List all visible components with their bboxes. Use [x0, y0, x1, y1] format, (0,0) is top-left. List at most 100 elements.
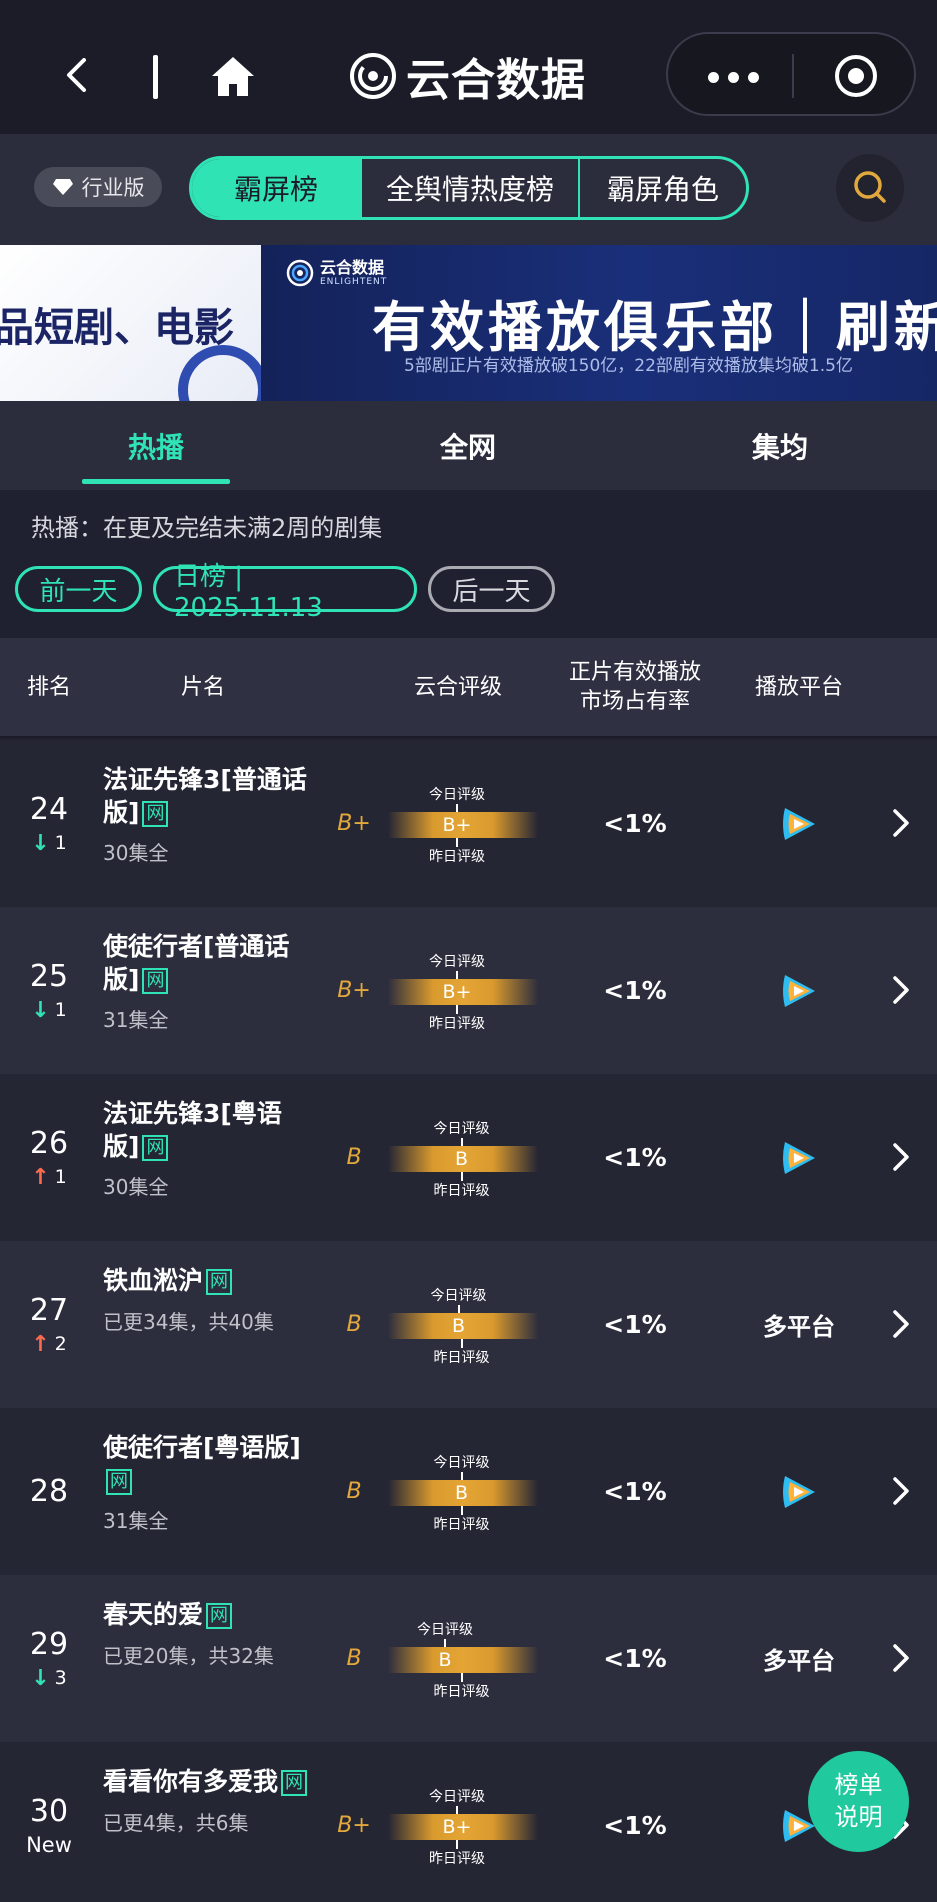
chevron-right-icon[interactable]: [890, 1140, 912, 1174]
title-cell[interactable]: 铁血淞沪网 已更34集，共40集: [103, 1265, 313, 1335]
diamond-icon: [52, 179, 73, 195]
rank-up-arrow-icon: ↑: [31, 1164, 50, 1190]
rank-number: 30: [29, 1794, 69, 1829]
rank-change-value: 1: [54, 1166, 67, 1188]
table-row[interactable]: 29 ↓ 3 春天的爱网 已更20集，共32集 B 今日评级 B 昨日评级 <1…: [0, 1575, 937, 1742]
platform-cell: [730, 1074, 868, 1241]
fab-line-2: 说明: [834, 1802, 883, 1831]
rank-number: 26: [29, 1125, 69, 1161]
title-cell[interactable]: 法证先锋3[普通话版] 网 30集全: [103, 764, 313, 866]
header-rating: 云合评级: [413, 674, 502, 700]
rating-bar-letter: B+: [442, 814, 472, 836]
edition-badge[interactable]: 行业版: [34, 167, 162, 207]
show-title: 法证先锋3[粤语版] 网: [103, 1098, 313, 1163]
tencent-video-icon: [783, 1141, 815, 1174]
mini-program-capsule: [666, 32, 916, 116]
header-platform: 播放平台: [754, 674, 843, 700]
yesterday-rating-label: 昨日评级: [429, 1851, 485, 1867]
show-title-text: 法证先锋3[普通话版]: [103, 765, 307, 827]
rating-bar: 今日评级 B 昨日评级: [388, 1452, 538, 1533]
table-row[interactable]: 24 ↓ 1 法证先锋3[普通话版] 网 30集全 B+ 今日评级 B+ 昨日评级…: [0, 740, 937, 907]
title-cell[interactable]: 使徒行者[普通话版] 网 31集全: [103, 931, 313, 1033]
search-button[interactable]: [836, 154, 904, 222]
subtab-hot-label: 热播: [127, 430, 184, 464]
rank-change-value: 1: [54, 999, 67, 1021]
rank-change-value: 1: [54, 832, 67, 854]
prev-day-button[interactable]: 前一天: [15, 566, 142, 612]
divider: [153, 55, 158, 99]
tab-characters[interactable]: 霸屏角色: [578, 159, 746, 217]
main-tab-row: 行业版 霸屏榜 全舆情热度榜 霸屏角色: [0, 134, 937, 245]
rank-number: 29: [29, 1626, 69, 1662]
rank-cell: 25 ↓ 1: [0, 907, 98, 1074]
show-title-text: 铁血淞沪: [103, 1266, 204, 1295]
market-share: <1%: [603, 976, 667, 1005]
rank-cell: 26 ↑ 1: [0, 1074, 98, 1241]
chevron-right-icon[interactable]: [890, 1474, 912, 1508]
chevron-right-icon[interactable]: [890, 1307, 912, 1341]
chevron-right-icon[interactable]: [890, 973, 912, 1007]
more-icon[interactable]: [708, 72, 759, 83]
tencent-video-icon: [783, 807, 815, 840]
chevron-right-icon[interactable]: [890, 806, 912, 840]
home-icon[interactable]: [210, 54, 256, 100]
table-row[interactable]: 28 使徒行者[粤语版] 网 31集全 B 今日评级 B 昨日评级 <1%: [0, 1408, 937, 1575]
rank-cell: 29 ↓ 3: [0, 1575, 98, 1742]
tencent-video-icon: [783, 974, 815, 1007]
show-title-text: 看看你有多爱我: [103, 1767, 279, 1796]
network-tag: 网: [106, 1468, 132, 1495]
table-row[interactable]: 25 ↓ 1 使徒行者[普通话版] 网 31集全 B+ 今日评级 B+ 昨日评级 …: [0, 907, 937, 1074]
platform-cell: 多平台: [730, 1241, 868, 1408]
rank-number: 25: [29, 958, 69, 994]
list-explanation-button[interactable]: 榜单 说明: [808, 1751, 909, 1852]
platform-cell: 多平台: [730, 1575, 868, 1742]
yesterday-rating-label: 昨日评级: [433, 1684, 490, 1700]
show-title-text: 使徒行者[粤语版]: [103, 1433, 301, 1462]
rating-bar-letter: B: [451, 1315, 466, 1337]
rank-number: 27: [29, 1292, 69, 1328]
enlightent-logo-icon: [286, 259, 314, 287]
episode-status: 已更4集，共6集: [103, 1810, 249, 1835]
banner-ring-decoration: [178, 345, 261, 401]
today-rating-label: 今日评级: [430, 1288, 487, 1304]
date-selector[interactable]: 日榜 | 2025.11.13: [153, 562, 417, 623]
tab-public-opinion[interactable]: 全舆情热度榜: [360, 159, 578, 217]
table-row[interactable]: 30 New 看看你有多爱我网 已更4集，共6集 B+ 今日评级 B+ 昨日评级…: [0, 1742, 937, 1902]
rating-bar-letter: B: [454, 1148, 469, 1170]
tab-bapingbang[interactable]: 霸屏榜: [192, 159, 360, 217]
title-cell[interactable]: 法证先锋3[粤语版] 网 30集全: [103, 1098, 313, 1200]
table-row[interactable]: 26 ↑ 1 法证先锋3[粤语版] 网 30集全 B 今日评级 B 昨日评级 <1…: [0, 1074, 937, 1241]
yesterday-rating-label: 昨日评级: [433, 1517, 490, 1533]
grade-label: B+: [337, 811, 371, 836]
title-cell[interactable]: 春天的爱网 已更20集，共32集: [103, 1599, 313, 1669]
next-day-button[interactable]: 后一天: [428, 566, 555, 612]
title-cell[interactable]: 使徒行者[粤语版] 网 31集全: [103, 1432, 313, 1534]
yesterday-rating-label: 昨日评级: [429, 849, 485, 865]
rating-bar: 今日评级 B 昨日评级: [388, 1118, 538, 1199]
rating-bar: 今日评级 B+ 昨日评级: [388, 951, 538, 1032]
edition-label: 行业版: [81, 176, 145, 200]
grade-label: B+: [337, 1813, 371, 1838]
subtab-all[interactable]: 全网: [394, 401, 542, 490]
banner-left-panel: 品短剧、电影: [0, 245, 261, 401]
rank-change: ↓ 3: [31, 1666, 67, 1691]
banner-subtitle: 5部剧正片有效播放破150亿，22部剧有效播放集均破1.5亿: [404, 356, 853, 376]
today-rating-label: 今日评级: [429, 954, 485, 970]
rating-bar-letter: B+: [442, 981, 472, 1003]
promo-banner[interactable]: 品短剧、电影 云合数据 ENLIGHTENT 有效播放俱乐部｜刷新 5部剧正片有…: [0, 245, 937, 401]
network-tag: 网: [142, 967, 169, 994]
close-target-icon[interactable]: [832, 52, 880, 100]
network-tag: 网: [206, 1603, 233, 1629]
chevron-right-icon[interactable]: [890, 1641, 912, 1675]
episode-status: 已更20集，共32集: [103, 1643, 274, 1668]
show-title: 春天的爱网: [103, 1599, 313, 1632]
yesterday-rating-label: 昨日评级: [433, 1183, 490, 1199]
subtab-hot[interactable]: 热播: [82, 401, 230, 490]
title-cell[interactable]: 看看你有多爱我网 已更4集，共6集: [103, 1766, 313, 1836]
network-tag: 网: [142, 800, 169, 827]
table-row[interactable]: 27 ↑ 2 铁血淞沪网 已更34集，共40集 B 今日评级 B 昨日评级 <1…: [0, 1241, 937, 1408]
back-arrow-icon[interactable]: [60, 58, 94, 92]
market-share: <1%: [603, 809, 667, 838]
show-title-text: 法证先锋3[粤语版]: [103, 1099, 282, 1161]
subtab-avg[interactable]: 集均: [706, 401, 854, 490]
